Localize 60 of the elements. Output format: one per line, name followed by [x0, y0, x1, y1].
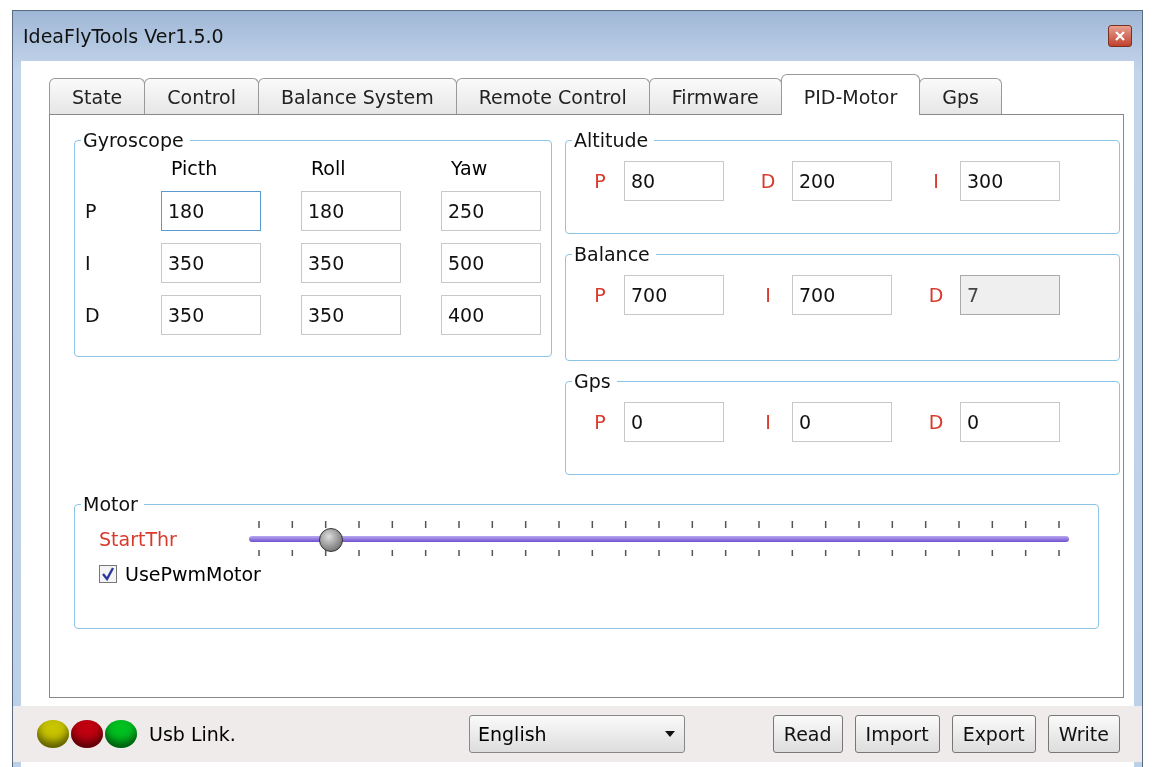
- input-field[interactable]: 700: [792, 275, 892, 315]
- input-field[interactable]: 400: [441, 295, 541, 335]
- input-field[interactable]: 700: [624, 275, 724, 315]
- tab[interactable]: Gps: [919, 78, 1002, 114]
- param-label: I: [764, 284, 772, 306]
- slider-label: StartThr: [99, 528, 178, 550]
- slider-thumb[interactable]: [319, 528, 343, 552]
- input-field[interactable]: 200: [792, 161, 892, 201]
- action-button[interactable]: Import: [854, 715, 940, 753]
- tab[interactable]: Control: [144, 78, 259, 114]
- input-field[interactable]: 180: [161, 191, 261, 231]
- input-field[interactable]: 0: [960, 402, 1060, 442]
- column-header: Picth: [170, 157, 219, 179]
- input-field[interactable]: 300: [960, 161, 1060, 201]
- tab[interactable]: Balance System: [258, 78, 457, 114]
- status-text: Usb Link.: [149, 723, 237, 745]
- language-dropdown[interactable]: English: [469, 715, 685, 753]
- param-label: I: [932, 170, 940, 192]
- close-button[interactable]: [1108, 25, 1132, 47]
- input-field[interactable]: 0: [792, 402, 892, 442]
- window-title: IdeaFlyTools Ver1.5.0: [23, 25, 224, 47]
- check-icon: [101, 567, 115, 581]
- row-label: P: [85, 200, 98, 222]
- param-label: D: [927, 411, 945, 433]
- group-title: Altitude: [573, 129, 650, 151]
- action-button[interactable]: Write: [1047, 715, 1120, 753]
- checkbox-label: UsePwmMotor: [125, 563, 261, 585]
- row-label: I: [85, 252, 92, 274]
- param-label: P: [593, 284, 607, 306]
- input-field[interactable]: 0: [624, 402, 724, 442]
- group-title: Gyroscope: [82, 129, 185, 151]
- tab[interactable]: Firmware: [648, 78, 782, 114]
- input-field[interactable]: 350: [301, 243, 401, 283]
- action-button[interactable]: Read: [772, 715, 843, 753]
- close-icon: [1114, 30, 1126, 42]
- tab[interactable]: Remote Control: [455, 78, 650, 114]
- input-field[interactable]: 350: [301, 295, 401, 335]
- column-header: Roll: [310, 157, 347, 179]
- group-title: Gps: [573, 370, 612, 392]
- caret-icon: [664, 730, 676, 738]
- group-title: Balance: [573, 243, 651, 265]
- input-field[interactable]: 350: [161, 243, 261, 283]
- row-label: D: [85, 304, 101, 326]
- checkbox[interactable]: [99, 565, 117, 583]
- input-field[interactable]: 80: [624, 161, 724, 201]
- tab[interactable]: State: [49, 78, 146, 114]
- input-field[interactable]: 250: [441, 191, 541, 231]
- input-field[interactable]: 180: [301, 191, 401, 231]
- tab[interactable]: PID-Motor: [780, 74, 921, 115]
- column-header: Yaw: [450, 157, 489, 179]
- input-field[interactable]: 350: [161, 295, 261, 335]
- param-label: P: [593, 170, 607, 192]
- group-title: Motor: [82, 493, 139, 515]
- input-field[interactable]: 500: [441, 243, 541, 283]
- action-button[interactable]: Export: [951, 715, 1036, 753]
- param-label: D: [759, 170, 777, 192]
- param-label: I: [764, 411, 772, 433]
- slider[interactable]: [249, 519, 1069, 559]
- param-label: P: [593, 411, 607, 433]
- param-label: D: [927, 284, 945, 306]
